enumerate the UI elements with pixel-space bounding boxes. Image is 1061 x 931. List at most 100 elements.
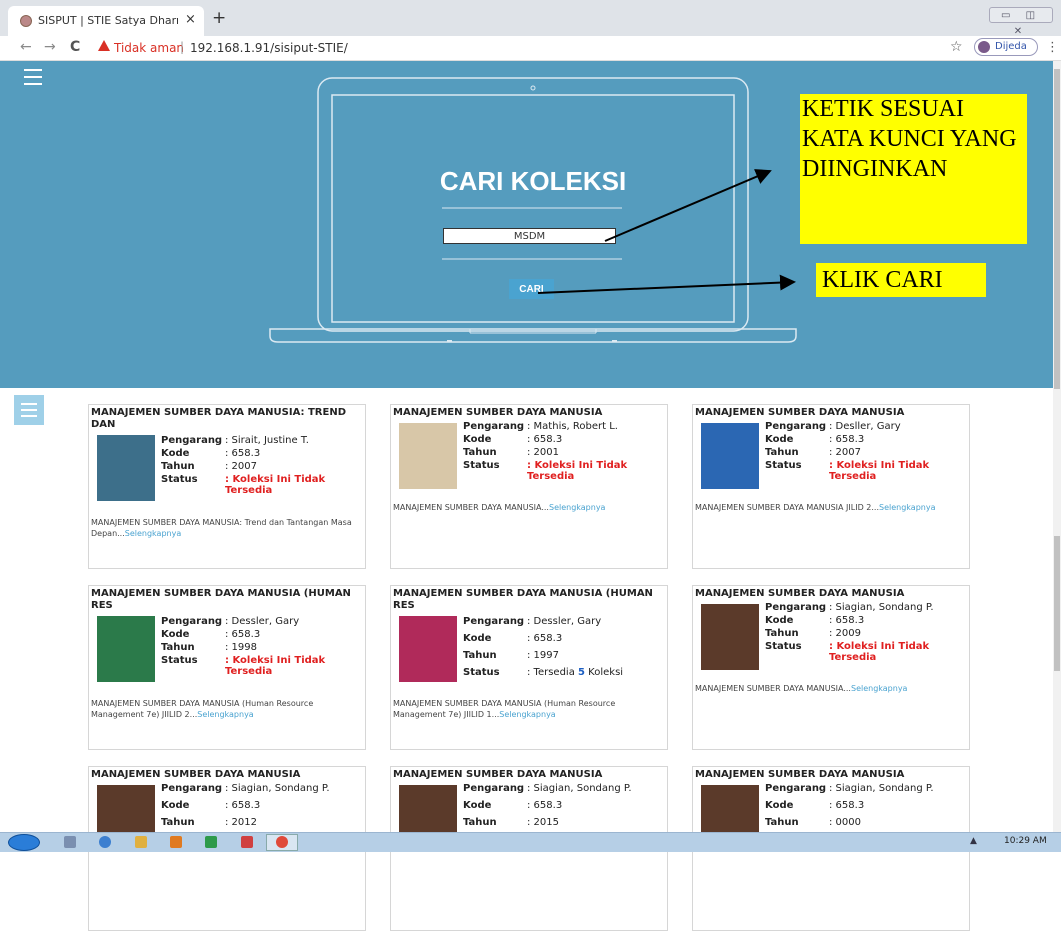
status-value: : Koleksi Ini Tidak Tersedia: [225, 474, 326, 496]
url-text[interactable]: 192.168.1.91/sisiput-STIE/: [190, 41, 348, 55]
result-card[interactable]: MANAJEMEN SUMBER DAYA MANUSIA (HUMAN RES…: [88, 585, 366, 750]
annotation-arrows: [537, 169, 796, 294]
read-more-link[interactable]: Selengkapnya: [499, 710, 555, 719]
hero-search-section: CARI KOLEKSI CARI KETIK SESUAI KATA KUNC…: [0, 61, 1053, 388]
card-description: MANAJEMEN SUMBER DAYA MANUSIA (Human Res…: [393, 699, 616, 719]
year-value: : 2007: [829, 447, 861, 458]
back-arrow-icon[interactable]: ←: [20, 39, 32, 55]
status-label: Status: [765, 641, 802, 652]
code-label: Kode: [765, 434, 794, 445]
card-title[interactable]: MANAJEMEN SUMBER DAYA MANUSIA: [393, 769, 665, 781]
result-card[interactable]: MANAJEMEN SUMBER DAYA MANUSIA: TREND DAN…: [88, 404, 366, 569]
new-tab-button[interactable]: +: [212, 8, 226, 28]
read-more-link[interactable]: Selengkapnya: [851, 684, 907, 693]
year-label: Tahun: [765, 628, 799, 639]
browser-menu-icon[interactable]: ⋮: [1046, 40, 1059, 55]
author-value: : Dessler, Gary: [225, 616, 300, 627]
status-label: Status: [161, 474, 198, 485]
ie-icon[interactable]: [99, 836, 111, 848]
tab-close-icon[interactable]: ×: [185, 12, 196, 27]
results-menu-icon[interactable]: [14, 395, 44, 425]
year-value: : 2007: [225, 461, 257, 472]
status-value: : Tersedia 5 Koleksi: [527, 667, 624, 678]
browser-tab[interactable]: SISPUT | STIE Satya Dharma Sing ×: [8, 6, 204, 36]
result-card[interactable]: MANAJEMEN SUMBER DAYA MANUSIA Pengarang:…: [692, 404, 970, 569]
start-button[interactable]: [8, 834, 40, 851]
profile-button[interactable]: Dijeda: [974, 38, 1038, 56]
result-card[interactable]: MANAJEMEN SUMBER DAYA MANUSIA Pengarang:…: [692, 585, 970, 750]
player-icon[interactable]: [170, 836, 182, 848]
card-description: MANAJEMEN SUMBER DAYA MANUSIA...Selengka…: [695, 684, 908, 693]
security-label[interactable]: Tidak aman: [114, 41, 184, 55]
card-description: MANAJEMEN SUMBER DAYA MANUSIA JILID 2...…: [695, 503, 936, 512]
read-more-link[interactable]: Selengkapnya: [879, 503, 935, 512]
card-title[interactable]: MANAJEMEN SUMBER DAYA MANUSIA: [91, 769, 363, 781]
code-label: Kode: [765, 615, 794, 626]
chrome-taskbar-button[interactable]: [266, 834, 298, 851]
book-cover-image: [97, 616, 155, 682]
scroll-thumb[interactable]: [1054, 69, 1060, 389]
status-value: : Koleksi Ini Tidak Tersedia: [225, 655, 326, 677]
author-label: Pengarang: [463, 616, 525, 627]
card-title[interactable]: MANAJEMEN SUMBER DAYA MANUSIA: [695, 407, 967, 419]
media-icon[interactable]: [64, 836, 76, 848]
card-description: MANAJEMEN SUMBER DAYA MANUSIA (Human Res…: [91, 699, 314, 719]
year-label: Tahun: [765, 447, 799, 458]
card-description: MANAJEMEN SUMBER DAYA MANUSIA: Trend dan…: [91, 518, 352, 538]
card-title[interactable]: MANAJEMEN SUMBER DAYA MANUSIA: [695, 588, 967, 600]
card-title[interactable]: MANAJEMEN SUMBER DAYA MANUSIA: [393, 407, 665, 419]
card-title[interactable]: MANAJEMEN SUMBER DAYA MANUSIA (HUMAN RES: [91, 588, 363, 612]
page-scrollbar[interactable]: [1053, 61, 1061, 832]
author-value: : Mathis, Robert L.: [527, 421, 618, 432]
read-more-link[interactable]: Selengkapnya: [549, 503, 605, 512]
tab-title: SISPUT | STIE Satya Dharma Sing: [38, 14, 178, 27]
author-value: : Sirait, Justine T.: [225, 435, 309, 446]
author-label: Pengarang: [161, 616, 223, 627]
bookmark-star-icon[interactable]: ☆: [950, 39, 963, 55]
code-value: : 658.3: [225, 800, 261, 811]
result-card[interactable]: MANAJEMEN SUMBER DAYA MANUSIA Pengarang:…: [390, 404, 668, 569]
year-value: : 1997: [527, 650, 559, 661]
read-more-link[interactable]: Selengkapnya: [197, 710, 253, 719]
clock[interactable]: 10:29 AM: [1004, 836, 1047, 846]
author-value: : Dessler, Gary: [527, 616, 602, 627]
status-label: Status: [463, 667, 500, 678]
card-title[interactable]: MANAJEMEN SUMBER DAYA MANUSIA: [695, 769, 967, 781]
tray-arrow-icon[interactable]: ▲: [970, 836, 977, 846]
pdf-icon[interactable]: [241, 836, 253, 848]
book-cover-image: [97, 435, 155, 501]
forward-arrow-icon[interactable]: →: [44, 39, 56, 55]
folder-icon[interactable]: [135, 836, 147, 848]
card-title[interactable]: MANAJEMEN SUMBER DAYA MANUSIA: TREND DAN: [91, 407, 363, 431]
scroll-thumb[interactable]: [1054, 536, 1060, 671]
code-label: Kode: [463, 434, 492, 445]
year-label: Tahun: [463, 650, 497, 661]
author-value: : Desller, Gary: [829, 421, 901, 432]
year-value: : 2009: [829, 628, 861, 639]
author-value: : Siagian, Sondang P.: [829, 783, 934, 794]
code-value: : 658.3: [225, 629, 261, 640]
window-controls[interactable]: ▭ ◫ ✕: [989, 7, 1053, 37]
site-favicon-icon: [20, 15, 32, 27]
author-label: Pengarang: [765, 602, 827, 613]
address-bar: ← → C Tidak aman | 192.168.1.91/sisiput-…: [0, 36, 1061, 61]
status-value: : Koleksi Ini Tidak Tersedia: [829, 641, 930, 663]
code-label: Kode: [161, 800, 190, 811]
code-label: Kode: [161, 629, 190, 640]
result-card[interactable]: MANAJEMEN SUMBER DAYA MANUSIA (HUMAN RES…: [390, 585, 668, 750]
author-value: : Siagian, Sondang P.: [225, 783, 330, 794]
card-title[interactable]: MANAJEMEN SUMBER DAYA MANUSIA (HUMAN RES: [393, 588, 665, 612]
code-value: : 658.3: [225, 448, 261, 459]
browser-tab-strip: SISPUT | STIE Satya Dharma Sing × + ▭ ◫ …: [0, 0, 1061, 37]
read-more-link[interactable]: Selengkapnya: [125, 529, 181, 538]
author-value: : Siagian, Sondang P.: [527, 783, 632, 794]
author-label: Pengarang: [463, 783, 525, 794]
code-label: Kode: [765, 800, 794, 811]
year-label: Tahun: [161, 461, 195, 472]
code-value: : 658.3: [829, 615, 865, 626]
reload-icon[interactable]: C: [70, 39, 80, 55]
excel-icon[interactable]: [205, 836, 217, 848]
avatar: [978, 41, 990, 53]
year-label: Tahun: [161, 817, 195, 828]
year-label: Tahun: [161, 642, 195, 653]
